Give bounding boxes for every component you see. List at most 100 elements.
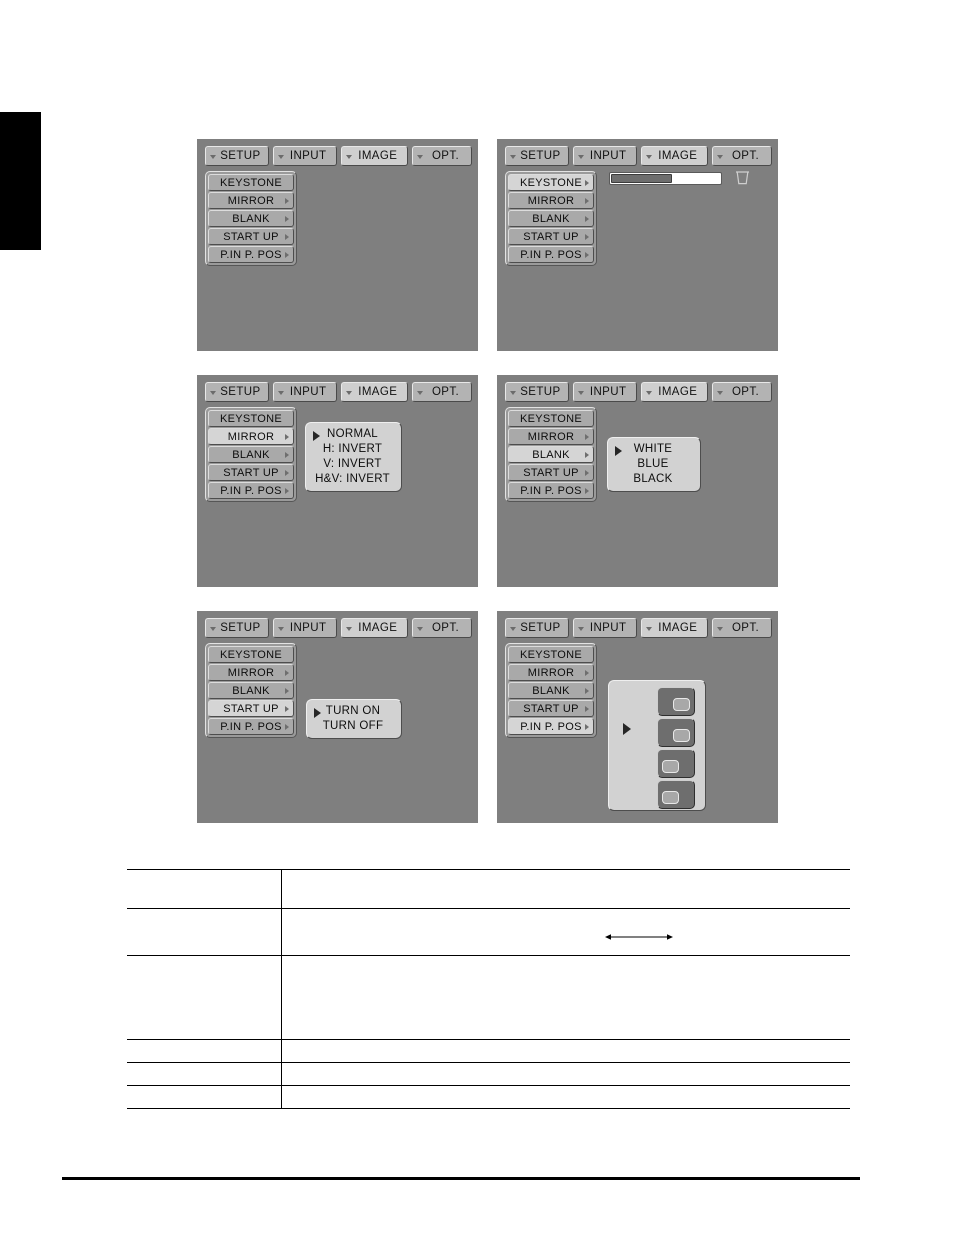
osd-panel-3: SETUP INPUT IMAGE OPT. KEYSTONE MIRROR B… — [197, 375, 478, 587]
tab-input[interactable]: INPUT — [272, 618, 337, 638]
tab-opt[interactable]: OPT. — [712, 382, 772, 402]
tab-label: OPT. — [431, 386, 460, 398]
menu-item-pinp-pos[interactable]: P.IN P. POS — [208, 482, 294, 499]
tab-setup[interactable]: SETUP — [205, 146, 269, 166]
tab-label: SETUP — [520, 622, 561, 634]
tab-opt[interactable]: OPT. — [412, 618, 472, 638]
tab-setup[interactable]: SETUP — [505, 146, 569, 166]
menu-item-mirror[interactable]: MIRROR — [508, 664, 594, 681]
menu-item-start-up[interactable]: START UP — [508, 464, 594, 481]
tab-label: OPT. — [731, 622, 760, 634]
tab-opt[interactable]: OPT. — [712, 618, 772, 638]
pip-position-option-3[interactable] — [657, 749, 695, 778]
menu-item-keystone[interactable]: KEYSTONE — [508, 646, 594, 663]
chevron-right-icon — [285, 452, 289, 458]
chevron-right-icon — [285, 252, 289, 258]
pip-position-option-4[interactable] — [657, 780, 695, 809]
menu-item-label: MIRROR — [527, 666, 575, 679]
tab-image[interactable]: IMAGE — [640, 618, 709, 638]
menu-item-mirror[interactable]: MIRROR — [208, 192, 294, 209]
menu-item-start-up[interactable]: START UP — [208, 700, 294, 717]
menu-item-start-up[interactable]: START UP — [508, 700, 594, 717]
tab-opt[interactable]: OPT. — [712, 146, 772, 166]
tab-image[interactable]: IMAGE — [640, 146, 709, 166]
double-arrow-icon — [605, 932, 673, 942]
tab-label: OPT. — [431, 622, 460, 634]
menu-item-pinp-pos[interactable]: P.IN P. POS — [508, 718, 594, 735]
tab-setup[interactable]: SETUP — [205, 618, 269, 638]
tab-input[interactable]: INPUT — [272, 146, 337, 166]
menu-item-keystone[interactable]: KEYSTONE — [208, 410, 294, 427]
menu-item-keystone[interactable]: KEYSTONE — [508, 410, 594, 427]
menu-item-blank[interactable]: BLANK — [508, 446, 594, 463]
tab-input[interactable]: INPUT — [572, 618, 637, 638]
pip-position-option-2[interactable] — [657, 718, 695, 747]
tab-label: SETUP — [220, 150, 261, 162]
menu-item-mirror[interactable]: MIRROR — [508, 428, 594, 445]
chevron-down-icon — [717, 627, 724, 631]
submenu-option-h-invert[interactable]: H: INVERT — [323, 442, 382, 457]
menu-item-start-up[interactable]: START UP — [208, 228, 294, 245]
submenu-option-v-invert[interactable]: V: INVERT — [323, 457, 381, 472]
menu-item-blank[interactable]: BLANK — [208, 210, 294, 227]
table-cell-desc — [281, 1085, 850, 1109]
submenu-option-white[interactable]: WHITE — [634, 442, 673, 457]
menu-item-pinp-pos[interactable]: P.IN P. POS — [208, 718, 294, 735]
menu-item-pinp-pos[interactable]: P.IN P. POS — [508, 246, 594, 263]
chevron-right-icon — [585, 706, 589, 712]
menu-item-mirror[interactable]: MIRROR — [508, 192, 594, 209]
chevron-down-icon — [345, 155, 352, 159]
tab-input[interactable]: INPUT — [272, 382, 337, 402]
submenu-option-turn-off[interactable]: TURN OFF — [323, 719, 384, 734]
chevron-down-icon — [510, 627, 516, 631]
tab-label: INPUT — [589, 622, 627, 634]
submenu-option-blue[interactable]: BLUE — [637, 457, 668, 472]
chevron-down-icon — [645, 391, 652, 395]
menu-item-blank[interactable]: BLANK — [508, 210, 594, 227]
menu-item-label: KEYSTONE — [519, 648, 583, 661]
menu-list: KEYSTONE MIRROR BLANK START UP P.IN P. P… — [505, 171, 597, 266]
tab-image[interactable]: IMAGE — [340, 146, 409, 166]
tab-image[interactable]: IMAGE — [640, 382, 709, 402]
table-row — [127, 1085, 850, 1109]
pip-inset-icon — [662, 760, 679, 773]
table-row — [127, 908, 850, 956]
pip-position-option-1[interactable] — [657, 687, 695, 716]
tab-row: SETUP INPUT IMAGE OPT. — [205, 618, 472, 638]
chevron-down-icon — [277, 155, 284, 159]
menu-item-start-up[interactable]: START UP — [508, 228, 594, 245]
menu-item-keystone[interactable]: KEYSTONE — [208, 646, 294, 663]
tab-opt[interactable]: OPT. — [412, 146, 472, 166]
menu-item-mirror[interactable]: MIRROR — [208, 428, 294, 445]
submenu-option-black[interactable]: BLACK — [633, 472, 672, 487]
tab-label: OPT. — [431, 150, 460, 162]
menu-item-blank[interactable]: BLANK — [208, 682, 294, 699]
tab-label: IMAGE — [358, 150, 398, 162]
menu-item-pinp-pos[interactable]: P.IN P. POS — [508, 482, 594, 499]
submenu-option-turn-on[interactable]: TURN ON — [326, 704, 381, 719]
menu-item-label: KEYSTONE — [519, 176, 583, 189]
tab-setup[interactable]: SETUP — [205, 382, 269, 402]
tab-image[interactable]: IMAGE — [340, 618, 409, 638]
chevron-down-icon — [577, 155, 584, 159]
tab-setup[interactable]: SETUP — [505, 382, 569, 402]
menu-item-keystone[interactable]: KEYSTONE — [508, 174, 594, 191]
submenu-option-normal[interactable]: NORMAL — [327, 427, 378, 442]
tab-input[interactable]: INPUT — [572, 382, 637, 402]
submenu-option-hv-invert[interactable]: H&V: INVERT — [315, 472, 390, 487]
tab-setup[interactable]: SETUP — [505, 618, 569, 638]
menu-item-blank[interactable]: BLANK — [208, 446, 294, 463]
menu-item-pinp-pos[interactable]: P.IN P. POS — [208, 246, 294, 263]
tab-input[interactable]: INPUT — [572, 146, 637, 166]
menu-item-label: P.IN P. POS — [220, 248, 282, 261]
menu-item-start-up[interactable]: START UP — [208, 464, 294, 481]
menu-item-blank[interactable]: BLANK — [508, 682, 594, 699]
selection-cursor-icon — [314, 708, 321, 718]
table-row — [127, 869, 850, 909]
tab-opt[interactable]: OPT. — [412, 382, 472, 402]
tab-image[interactable]: IMAGE — [340, 382, 409, 402]
tab-label: IMAGE — [658, 386, 698, 398]
menu-item-keystone[interactable]: KEYSTONE — [208, 174, 294, 191]
keystone-slider[interactable] — [609, 172, 722, 185]
menu-item-mirror[interactable]: MIRROR — [208, 664, 294, 681]
